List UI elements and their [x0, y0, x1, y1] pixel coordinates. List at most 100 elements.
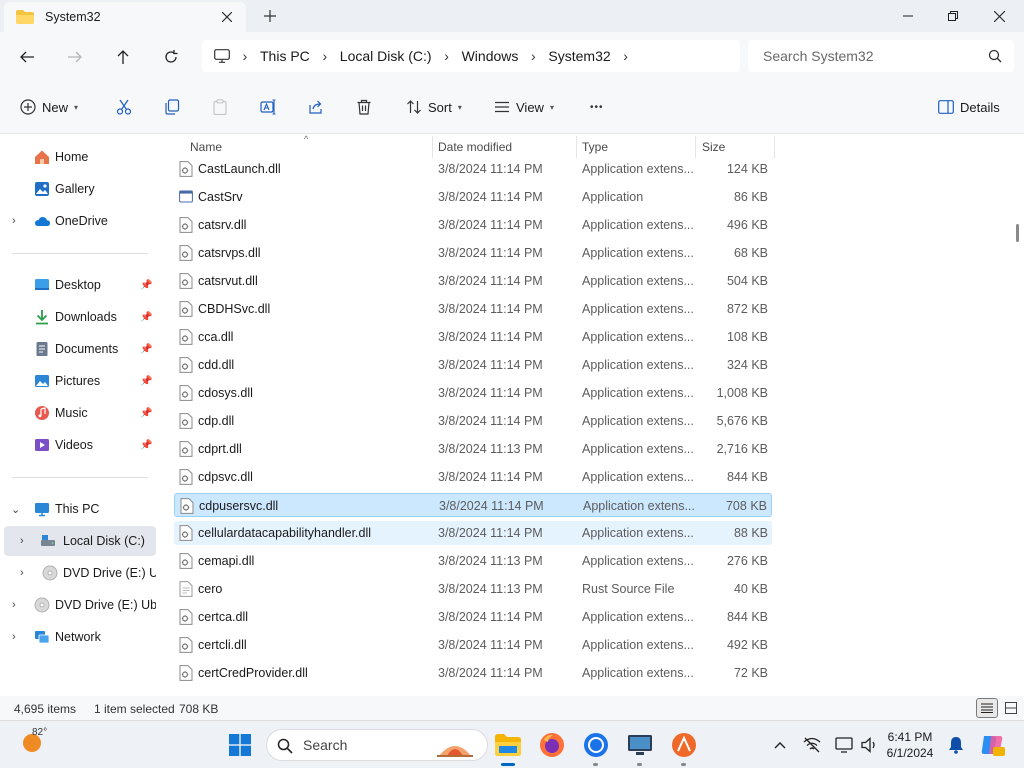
share-button[interactable] [308, 94, 324, 120]
sidebar-item-music[interactable]: Music 📌 [0, 398, 156, 428]
table-row[interactable]: cero 3/8/2024 11:13 PM Rust Source File 40 … [174, 577, 772, 601]
table-row[interactable]: catsrvut.dll 3/8/2024 11:14 PM Application… [174, 269, 772, 293]
table-row[interactable]: cdosys.dll 3/8/2024 11:14 PM Application e… [174, 381, 772, 405]
new-tab-button[interactable] [260, 6, 280, 26]
system-clock[interactable]: 6:41 PM 6/1/2024 [880, 729, 940, 761]
chevron-right-icon[interactable]: › [518, 48, 548, 64]
pin-icon[interactable]: 📌 [140, 344, 152, 355]
table-row[interactable]: CastSrv 3/8/2024 11:14 PM Application 86 KB [174, 185, 772, 209]
pin-icon[interactable]: 📌 [140, 280, 152, 291]
sidebar-item-dvd-drive-1[interactable]: › DVD Drive (E:) Ubu [0, 558, 156, 588]
chevron-down-icon[interactable]: ⌄ [11, 503, 20, 516]
sidebar-item-pictures[interactable]: Pictures 📌 [0, 366, 156, 396]
pin-icon[interactable]: 📌 [140, 376, 152, 387]
details-view-button[interactable] [976, 698, 998, 718]
table-row[interactable]: certcli.dll 3/8/2024 11:14 PM Application … [174, 633, 772, 657]
file-type: Application extens... [582, 554, 694, 568]
table-row[interactable]: CastLaunch.dll 3/8/2024 11:14 PM Applicati… [174, 157, 772, 181]
table-row[interactable]: cdpsvc.dll 3/8/2024 11:14 PM Application e… [174, 465, 772, 489]
pin-icon[interactable]: 📌 [140, 440, 152, 451]
address-bar[interactable]: › This PC › Local Disk (C:) › Windows › … [202, 40, 740, 72]
sidebar-item-desktop[interactable]: Desktop 📌 [0, 270, 156, 300]
taskbar-app-orange[interactable] [668, 729, 700, 761]
sidebar-item-downloads[interactable]: Downloads 📌 [0, 302, 156, 332]
view-button[interactable]: View ▾ [494, 94, 554, 120]
tiles-view-button[interactable] [1000, 698, 1022, 718]
chevron-right-icon[interactable]: › [611, 48, 641, 64]
pin-icon[interactable]: 📌 [140, 312, 152, 323]
back-button[interactable] [14, 44, 40, 70]
sidebar-item-this-pc[interactable]: ⌄ This PC [0, 494, 156, 524]
table-row[interactable]: cdprt.dll 3/8/2024 11:13 PM Application ex… [174, 437, 772, 461]
table-row[interactable]: CBDHSvc.dll 3/8/2024 11:14 PM Application … [174, 297, 772, 321]
maximize-button[interactable] [930, 0, 976, 32]
table-row[interactable]: cellulardatacapabilityhandler.dll 3/8/202… [174, 521, 772, 545]
chevron-right-icon[interactable]: › [432, 48, 462, 64]
close-window-button[interactable] [976, 0, 1022, 32]
table-row[interactable]: cca.dll 3/8/2024 11:14 PM Application exte… [174, 325, 772, 349]
taskbar-file-explorer[interactable] [492, 729, 524, 761]
copilot-button[interactable] [976, 729, 1008, 761]
breadcrumb-windows[interactable]: Windows [462, 48, 519, 64]
chevron-right-icon[interactable]: › [12, 631, 16, 643]
sidebar-item-label: OneDrive [55, 214, 108, 228]
chevron-right-icon[interactable]: › [12, 215, 16, 227]
tab-system32[interactable]: System32 [4, 2, 246, 32]
sidebar-item-dvd-drive-2[interactable]: › DVD Drive (E:) Ubun [0, 590, 156, 620]
table-row[interactable]: cemapi.dll 3/8/2024 11:13 PM Application e… [174, 549, 772, 573]
table-row[interactable]: catsrv.dll 3/8/2024 11:14 PM Application e… [174, 213, 772, 237]
sidebar-item-gallery[interactable]: Gallery [0, 174, 156, 204]
taskbar-chrome[interactable] [580, 729, 612, 761]
pin-icon[interactable]: 📌 [140, 408, 152, 419]
table-row[interactable]: catsrvps.dll 3/8/2024 11:14 PM Application… [174, 241, 772, 265]
sidebar-item-home[interactable]: Home [0, 142, 156, 172]
column-divider[interactable] [576, 136, 577, 158]
new-button[interactable]: New ▾ [20, 94, 78, 120]
taskbar-search-input[interactable]: Search [266, 729, 488, 761]
weather-widget[interactable]: 82° [22, 727, 47, 753]
breadcrumb-system32[interactable]: System32 [548, 48, 610, 64]
details-pane-button[interactable]: Details [938, 94, 1000, 120]
show-hidden-icons-button[interactable] [766, 729, 794, 761]
table-row[interactable]: cdp.dll 3/8/2024 11:14 PM Application exte… [174, 409, 772, 433]
breadcrumb-local-disk[interactable]: Local Disk (C:) [340, 48, 432, 64]
more-options-button[interactable]: ••• [590, 94, 604, 120]
taskbar-firefox[interactable] [536, 729, 568, 761]
notifications-button[interactable] [942, 729, 970, 761]
delete-button[interactable] [356, 94, 372, 120]
chevron-right-icon[interactable]: › [20, 535, 24, 547]
copy-button[interactable] [164, 94, 180, 120]
start-button[interactable] [224, 729, 256, 761]
sidebar-item-documents[interactable]: Documents 📌 [0, 334, 156, 364]
tray-display[interactable] [830, 729, 858, 761]
taskbar-app-monitor[interactable] [624, 729, 656, 761]
up-button[interactable] [110, 44, 136, 70]
chevron-right-icon[interactable]: › [310, 48, 340, 64]
sidebar-item-onedrive[interactable]: › OneDrive [0, 206, 156, 236]
table-row[interactable]: cdpusersvc.dll 3/8/2024 11:14 PM Applicati… [174, 493, 772, 517]
rename-button[interactable] [260, 94, 276, 120]
column-divider[interactable] [695, 136, 696, 158]
sort-button[interactable]: Sort ▾ [406, 94, 462, 120]
column-divider[interactable] [774, 136, 775, 158]
tray-network-off[interactable] [798, 729, 826, 761]
table-row[interactable]: certca.dll 3/8/2024 11:14 PM Application e… [174, 605, 772, 629]
minimize-button[interactable] [885, 0, 931, 32]
close-tab-button[interactable] [218, 8, 236, 26]
scrollbar-thumb[interactable] [1016, 224, 1019, 242]
sidebar-item-network[interactable]: › Network [0, 622, 156, 652]
breadcrumb-this-pc[interactable]: This PC [260, 48, 310, 64]
vertical-scrollbar[interactable] [1012, 134, 1024, 696]
sidebar-item-videos[interactable]: Videos 📌 [0, 430, 156, 460]
chevron-right-icon[interactable]: › [20, 567, 24, 579]
chevron-right-icon[interactable]: › [12, 599, 16, 611]
table-row[interactable]: certCredProvider.dll 3/8/2024 11:14 PM App… [174, 661, 772, 685]
table-row[interactable]: cdd.dll 3/8/2024 11:14 PM Application exte… [174, 353, 772, 377]
cut-button[interactable] [116, 94, 132, 120]
forward-button[interactable] [62, 44, 88, 70]
search-input[interactable]: Search System32 [748, 40, 1014, 72]
column-divider[interactable] [432, 136, 433, 158]
paste-button[interactable] [212, 94, 228, 120]
refresh-button[interactable] [158, 44, 184, 70]
sidebar-item-local-disk[interactable]: › Local Disk (C:) [4, 526, 156, 556]
